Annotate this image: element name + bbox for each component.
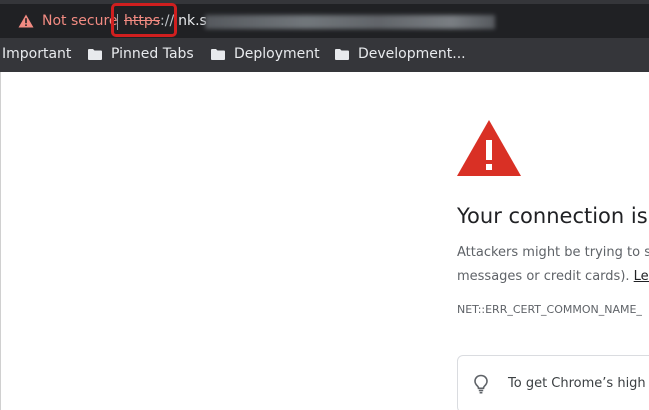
bookmark-label: Deployment: [234, 46, 320, 62]
folder-icon: [88, 48, 102, 60]
bookmark-label: Pinned Tabs: [111, 46, 194, 62]
bookmark-label: Development...: [358, 46, 466, 62]
folder-icon: [211, 48, 225, 60]
red-warning-triangle-icon: [457, 120, 521, 176]
not-secure-label[interactable]: Not secure: [42, 13, 118, 29]
description-line-2: messages or credit cards). Lea: [457, 265, 649, 289]
learn-more-link[interactable]: Lea: [634, 269, 649, 284]
bookmark-important[interactable]: Important: [2, 45, 71, 63]
url-host: ink.s: [174, 13, 207, 29]
browser-window: Not secure https://ink.s Important Pinne…: [0, 0, 649, 410]
address-bar[interactable]: Not secure https://ink.s: [0, 4, 649, 38]
bookmark-label: Important: [2, 46, 72, 62]
scheme-highlight-annotation: [111, 3, 177, 37]
warning-triangle-icon[interactable]: [18, 14, 34, 28]
interstitial-heading: Your connection is: [457, 204, 648, 228]
error-code: NET::ERR_CERT_COMMON_NAME_: [457, 303, 642, 316]
interstitial-description: Attackers might be trying to s messages …: [457, 241, 649, 289]
bookmark-folder-pinned-tabs[interactable]: Pinned Tabs: [88, 45, 194, 63]
bookmark-folder-development[interactable]: Development...: [335, 45, 466, 63]
folder-icon: [335, 48, 349, 60]
redacted-url-region: [205, 15, 495, 29]
bookmark-folder-deployment[interactable]: Deployment: [211, 45, 320, 63]
bookmarks-bar: Important Pinned Tabs Deployment Develop…: [0, 42, 649, 66]
lightbulb-icon: [474, 374, 488, 394]
description-line-1: Attackers might be trying to s: [457, 245, 649, 260]
description-line-2-text: messages or credit cards).: [457, 269, 634, 284]
tip-text: To get Chrome’s high: [508, 376, 646, 391]
